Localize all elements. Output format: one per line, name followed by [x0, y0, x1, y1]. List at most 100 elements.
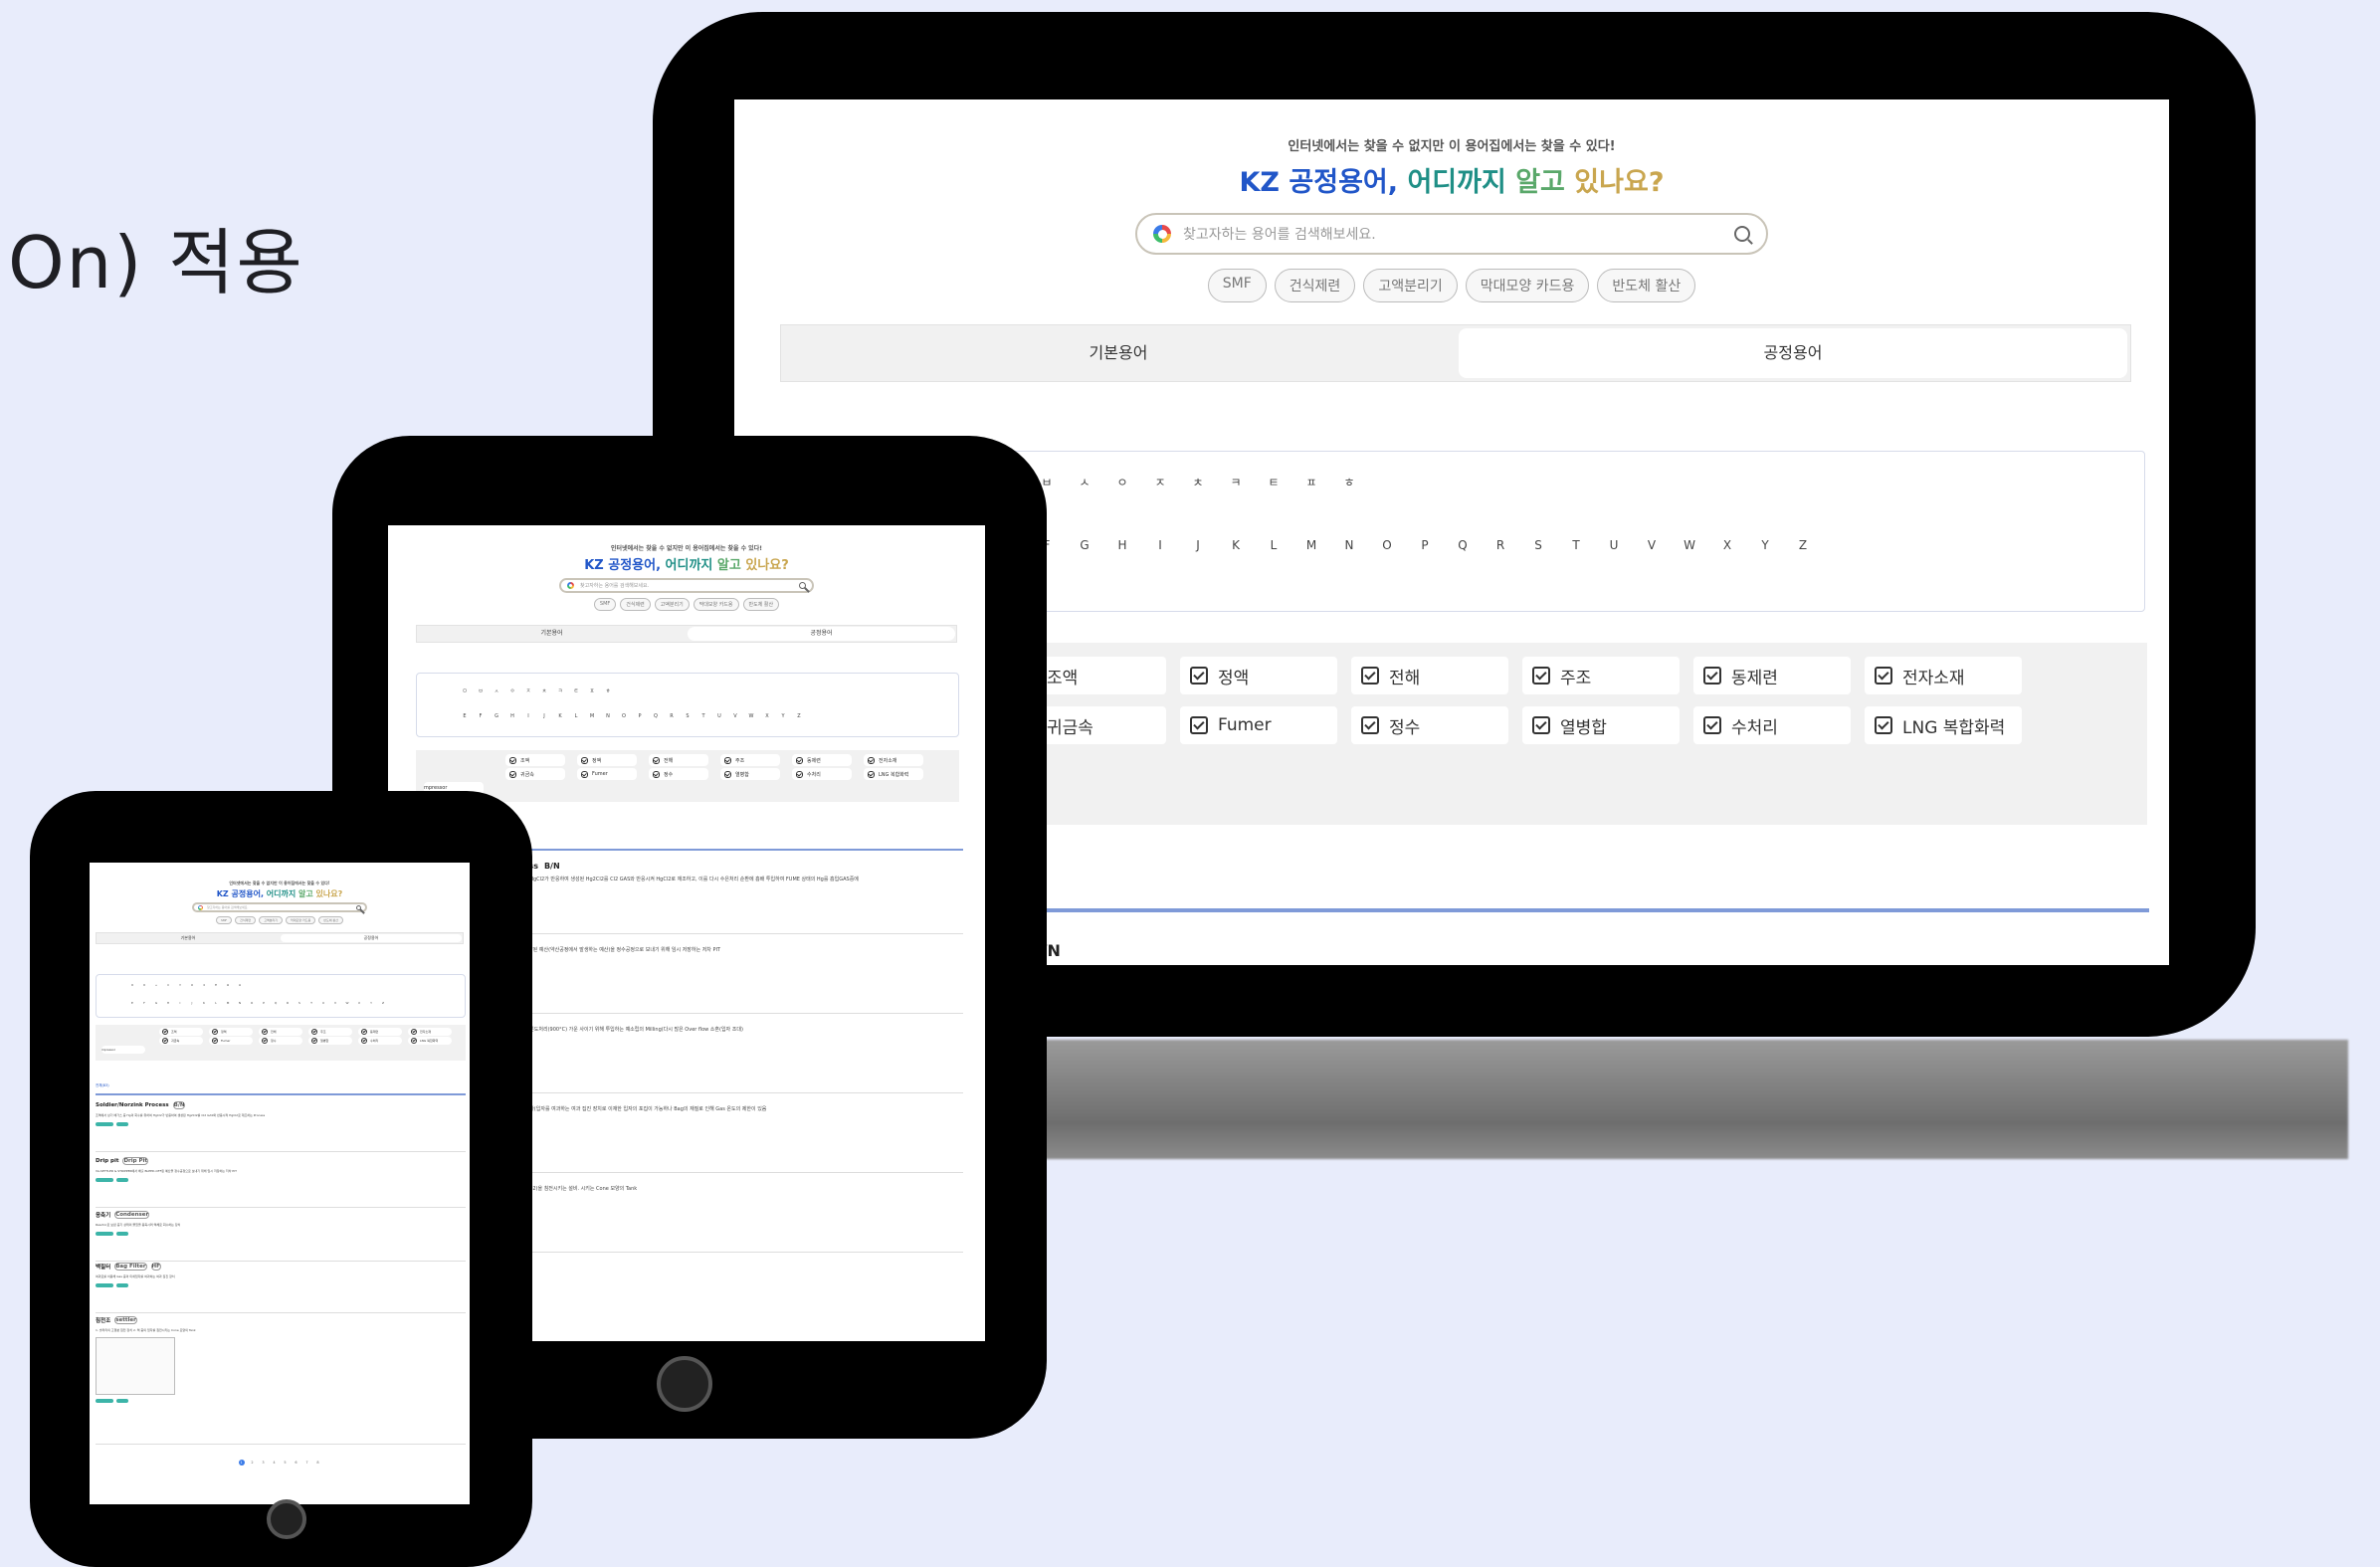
letter-link[interactable]: U: [711, 713, 727, 719]
letter-link[interactable]: G: [150, 1001, 162, 1005]
letter-link[interactable]: ㅈ: [520, 687, 536, 694]
checkbox-icon[interactable]: [361, 1029, 367, 1035]
letter-link[interactable]: ㅂ: [138, 983, 150, 987]
letter-link[interactable]: ㅋ: [1217, 474, 1255, 490]
checkbox-icon[interactable]: [361, 1038, 367, 1044]
letter-link[interactable]: V: [1633, 538, 1671, 552]
view-detail-button[interactable]: [96, 1121, 113, 1126]
letter-link[interactable]: ㅎ: [1330, 474, 1368, 490]
view-detail-button[interactable]: [96, 1177, 113, 1182]
checkbox-icon[interactable]: [311, 1038, 317, 1044]
letter-link[interactable]: H: [504, 713, 520, 719]
letter-link[interactable]: Q: [270, 1001, 282, 1005]
page-link[interactable]: 1: [238, 1460, 245, 1466]
letter-link[interactable]: W: [341, 1001, 353, 1005]
checkbox-icon[interactable]: [1703, 716, 1721, 734]
letter-link[interactable]: W: [1671, 538, 1708, 552]
checkbox-icon[interactable]: [311, 1029, 317, 1035]
letter-link[interactable]: ㅊ: [1179, 474, 1217, 490]
checkbox-icon[interactable]: [1875, 667, 1892, 685]
letter-link[interactable]: J: [186, 1001, 198, 1005]
letter-link[interactable]: ㅅ: [150, 983, 162, 987]
category-checkbox[interactable]: 동제련: [358, 1028, 402, 1036]
checkbox-icon[interactable]: [1361, 716, 1379, 734]
page-link[interactable]: 5: [283, 1460, 289, 1466]
letter-link[interactable]: P: [258, 1001, 270, 1005]
letter-link[interactable]: V: [727, 713, 743, 719]
search-icon[interactable]: [1734, 226, 1750, 242]
keyword-chip[interactable]: 건식제련: [620, 598, 651, 611]
letter-link[interactable]: N: [234, 1001, 246, 1005]
keyword-chip[interactable]: 막대모양 카드용: [286, 916, 316, 924]
letter-link[interactable]: ㅊ: [536, 687, 552, 694]
checkbox-icon[interactable]: [653, 756, 660, 764]
letter-link[interactable]: L: [568, 713, 584, 719]
letter-link[interactable]: Y: [365, 1001, 377, 1005]
letter-link[interactable]: ㅅ: [489, 687, 504, 694]
letter-link[interactable]: N: [600, 713, 616, 719]
search-input[interactable]: 찾고자하는 용어를 검색해보세요.: [1135, 213, 1768, 255]
letter-link[interactable]: X: [353, 1001, 365, 1005]
home-button[interactable]: [657, 1356, 712, 1412]
category-checkbox[interactable]: 주조: [1522, 657, 1680, 694]
checkbox-icon[interactable]: [653, 770, 660, 778]
checkbox-icon[interactable]: [162, 1029, 168, 1035]
view-detail-button[interactable]: [96, 1398, 113, 1403]
letter-link[interactable]: Z: [791, 713, 807, 719]
letter-link[interactable]: S: [680, 713, 695, 719]
letter-link[interactable]: M: [1292, 538, 1330, 552]
page-link[interactable]: 4: [272, 1460, 278, 1466]
page-link[interactable]: 2: [250, 1460, 256, 1466]
checkbox-icon[interactable]: [162, 1038, 168, 1044]
category-checkbox[interactable]: 귀금속: [505, 768, 565, 780]
page-link[interactable]: 3: [261, 1460, 267, 1466]
letter-link[interactable]: ㅋ: [552, 687, 568, 694]
letter-link[interactable]: Q: [1444, 538, 1482, 552]
letter-link[interactable]: X: [759, 713, 775, 719]
keyword-chip[interactable]: SMF: [215, 916, 233, 924]
checkbox-icon[interactable]: [411, 1029, 417, 1035]
keyword-chip[interactable]: 막대모양 카드용: [1465, 269, 1590, 302]
letter-link[interactable]: F: [138, 1001, 150, 1005]
search-icon[interactable]: [799, 582, 806, 589]
share-button[interactable]: [116, 1398, 128, 1403]
view-detail-button[interactable]: [96, 1282, 113, 1287]
home-button[interactable]: [267, 1499, 306, 1539]
letter-link[interactable]: W: [743, 713, 759, 719]
checkbox-icon[interactable]: [796, 756, 803, 764]
letter-link[interactable]: Y: [1746, 538, 1784, 552]
category-checkbox[interactable]: 동제련: [792, 754, 852, 766]
category-checkbox[interactable]: Fumer: [1180, 706, 1337, 744]
letter-link[interactable]: G: [1066, 538, 1103, 552]
letter-link[interactable]: ㅌ: [1255, 474, 1292, 490]
checkbox-icon[interactable]: [868, 770, 875, 778]
category-checkbox[interactable]: 정수: [1351, 706, 1508, 744]
letter-link[interactable]: H: [162, 1001, 174, 1005]
checkbox-icon[interactable]: [1532, 716, 1550, 734]
category-checkbox[interactable]: 정액: [577, 754, 637, 766]
category-checkbox[interactable]: 조액: [159, 1028, 203, 1036]
page-link[interactable]: 7: [304, 1460, 310, 1466]
letter-link[interactable]: X: [1708, 538, 1746, 552]
letter-link[interactable]: K: [1217, 538, 1255, 552]
letter-link[interactable]: R: [1482, 538, 1519, 552]
checkbox-icon[interactable]: [212, 1029, 218, 1035]
search-icon[interactable]: [356, 904, 361, 910]
page-link[interactable]: 8: [315, 1460, 321, 1466]
category-checkbox[interactable]: LNG 복합화력: [408, 1037, 452, 1045]
letter-link[interactable]: Z: [1784, 538, 1822, 552]
letter-link[interactable]: ㅅ: [1066, 474, 1103, 490]
category-checkbox[interactable]: 조액: [505, 754, 565, 766]
letter-link[interactable]: S: [294, 1001, 305, 1005]
letter-link[interactable]: N: [1330, 538, 1368, 552]
letter-link[interactable]: ㅇ: [504, 687, 520, 694]
letter-link[interactable]: S: [1519, 538, 1557, 552]
letter-link[interactable]: ㅎ: [600, 687, 616, 694]
letter-link[interactable]: ㅈ: [1141, 474, 1179, 490]
letter-link[interactable]: P: [1406, 538, 1444, 552]
checkbox-icon[interactable]: [581, 770, 588, 778]
category-checkbox[interactable]: LNG 복합화력: [864, 768, 923, 780]
keyword-chip[interactable]: 반도체 활산: [1597, 269, 1696, 302]
checkbox-icon[interactable]: [1361, 667, 1379, 685]
keyword-chip[interactable]: 고액분리기: [1363, 269, 1458, 302]
